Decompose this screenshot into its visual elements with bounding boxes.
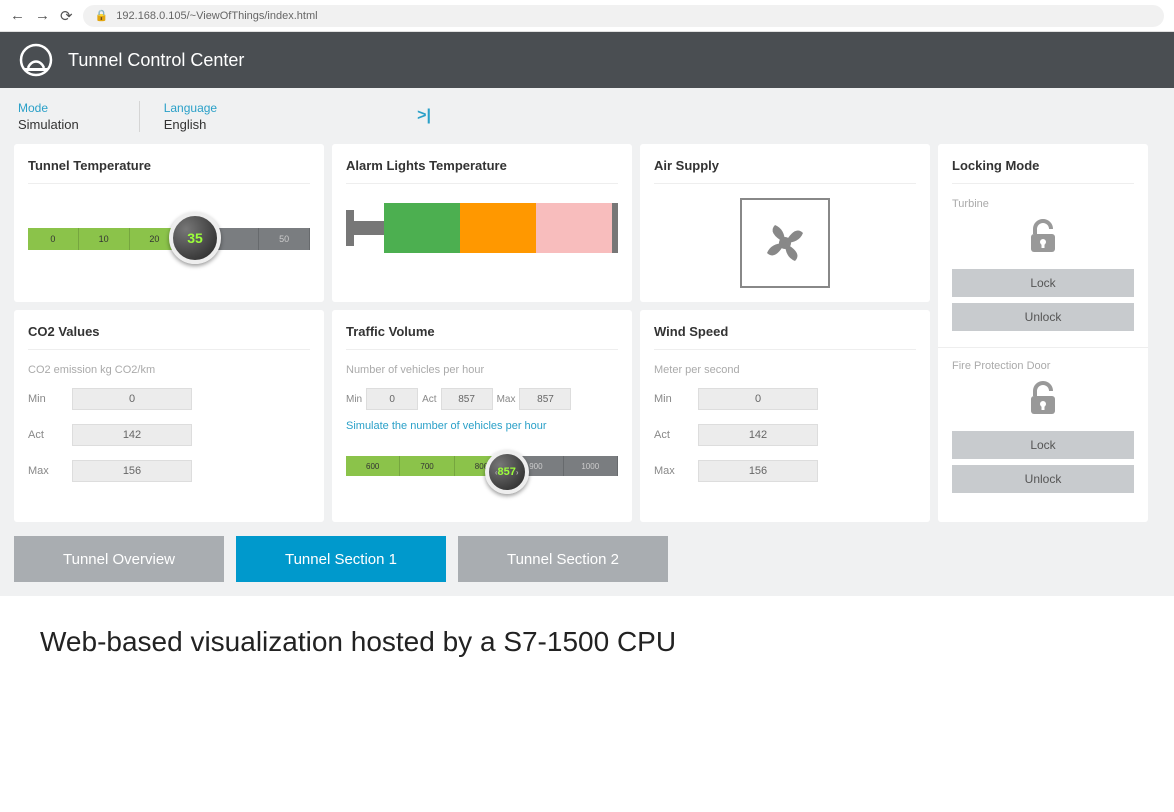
dashboard-grid: Tunnel Temperature 0 10 20 50 35 A [0, 144, 1174, 522]
min-label: Min [346, 394, 362, 405]
gauge-tick: 10 [79, 228, 130, 250]
wind-min-value: 0 [698, 388, 818, 410]
co2-min-value: 0 [72, 388, 192, 410]
fire-door-label: Fire Protection Door [952, 360, 1134, 372]
unlock-icon [1021, 376, 1065, 420]
language-block[interactable]: Language English >| [139, 101, 491, 132]
card-title: Wind Speed [654, 324, 916, 350]
act-label: Act [422, 394, 436, 405]
traffic-sub: Number of vehicles per hour [346, 364, 618, 376]
traffic-act-value: 857 [441, 388, 493, 410]
turbine-unlock-button[interactable]: Unlock [952, 303, 1134, 331]
traffic-gauge[interactable]: 600 700 800 900 1000 ‹ 857 › [346, 450, 618, 490]
alarm-light-indicator [346, 198, 618, 258]
url-text: 192.168.0.105/~ViewOfThings/index.html [116, 10, 317, 22]
tab-tunnel-section-1[interactable]: Tunnel Section 1 [236, 536, 446, 582]
card-title: CO2 Values [28, 324, 310, 350]
wind-sub: Meter per second [654, 364, 916, 376]
forward-icon[interactable]: → [35, 7, 50, 24]
card-title: Tunnel Temperature [28, 158, 310, 184]
fan-icon [740, 198, 830, 288]
alarm-red [536, 203, 612, 253]
gauge-tick: 0 [28, 228, 79, 250]
gauge-handle[interactable]: 35 [169, 212, 221, 264]
card-wind-speed: Wind Speed Meter per second Min0 Act142 … [640, 310, 930, 522]
traffic-max-value: 857 [519, 388, 571, 410]
card-traffic-volume: Traffic Volume Number of vehicles per ho… [332, 310, 632, 522]
min-label: Min [654, 393, 684, 405]
language-value: English [164, 117, 217, 132]
card-co2-values: CO2 Values CO2 emission kg CO2/km Min 0 A… [14, 310, 324, 522]
wind-act-value: 142 [698, 424, 818, 446]
gauge-handle[interactable]: ‹ 857 › [485, 450, 529, 494]
card-title: Locking Mode [952, 158, 1134, 184]
alarm-orange [460, 203, 536, 253]
unlock-icon [1021, 214, 1065, 258]
app-header: Tunnel Control Center [0, 32, 1174, 88]
back-icon[interactable]: ← [10, 7, 25, 24]
card-alarm-lights: Alarm Lights Temperature [332, 144, 632, 302]
tunnel-logo-icon [18, 42, 54, 78]
mode-block: Mode Simulation [18, 101, 139, 132]
fire-unlock-button[interactable]: Unlock [952, 465, 1134, 493]
secure-icon: 🔒 [95, 9, 109, 22]
act-label: Act [654, 429, 684, 441]
gauge-value: 857 [498, 466, 516, 478]
turbine-label: Turbine [952, 198, 1134, 210]
wind-max-value: 156 [698, 460, 818, 482]
fire-lock-button[interactable]: Lock [952, 431, 1134, 459]
reload-icon[interactable]: ⟳ [60, 7, 73, 25]
gauge-tick: 1000 [564, 456, 618, 476]
max-label: Max [654, 465, 684, 477]
mode-label: Mode [18, 101, 79, 115]
sim-label: Simulate the number of vehicles per hour [346, 420, 618, 432]
gauge-tick: 600 [346, 456, 400, 476]
max-label: Max [497, 394, 516, 405]
co2-sub: CO2 emission kg CO2/km [28, 364, 310, 376]
address-bar[interactable]: 🔒 192.168.0.105/~ViewOfThings/index.html [83, 5, 1164, 27]
temperature-gauge[interactable]: 0 10 20 50 35 [28, 216, 310, 262]
tab-tunnel-section-2[interactable]: Tunnel Section 2 [458, 536, 668, 582]
gauge-tick: 700 [400, 456, 454, 476]
collapse-icon[interactable]: >| [417, 107, 431, 125]
language-label: Language [164, 101, 217, 115]
app-container: Tunnel Control Center Mode Simulation La… [0, 32, 1174, 596]
figure-caption: Web-based visualization hosted by a S7-1… [0, 596, 1174, 688]
card-locking-mode: Locking Mode Turbine Lock Unlock Fire Pr… [938, 144, 1148, 522]
alarm-green [384, 203, 460, 253]
subheader: Mode Simulation Language English >| [0, 88, 1174, 144]
act-label: Act [28, 429, 58, 441]
card-title: Alarm Lights Temperature [346, 158, 618, 184]
min-label: Min [28, 393, 58, 405]
co2-act-value: 142 [72, 424, 192, 446]
max-label: Max [28, 465, 58, 477]
co2-max-value: 156 [72, 460, 192, 482]
app-title: Tunnel Control Center [68, 50, 244, 71]
traffic-min-value: 0 [366, 388, 418, 410]
gauge-tick: 50 [259, 228, 310, 250]
gauge-value: 35 [187, 230, 203, 246]
mode-value: Simulation [18, 117, 79, 132]
tab-tunnel-overview[interactable]: Tunnel Overview [14, 536, 224, 582]
section-tabs: Tunnel Overview Tunnel Section 1 Tunnel … [0, 522, 1174, 582]
card-title: Air Supply [654, 158, 916, 184]
turbine-lock-button[interactable]: Lock [952, 269, 1134, 297]
card-tunnel-temperature: Tunnel Temperature 0 10 20 50 35 [14, 144, 324, 302]
browser-bar: ← → ⟳ 🔒 192.168.0.105/~ViewOfThings/inde… [0, 0, 1174, 32]
card-title: Traffic Volume [346, 324, 618, 350]
card-air-supply: Air Supply [640, 144, 930, 302]
